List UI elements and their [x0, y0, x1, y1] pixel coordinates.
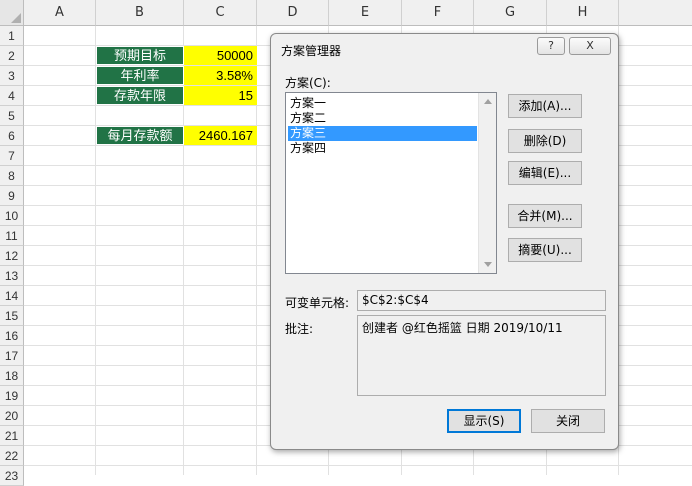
cell-b2[interactable]: 预期目标: [96, 46, 184, 65]
scenarios-label: 方案(C):: [285, 76, 331, 90]
scroll-up-icon[interactable]: [484, 99, 492, 104]
list-item[interactable]: 方案一: [288, 96, 477, 111]
cell-c4[interactable]: 15: [184, 86, 257, 105]
row-header-1[interactable]: 1: [0, 26, 24, 46]
row-header-11[interactable]: 11: [0, 226, 24, 246]
row-header-23[interactable]: 23: [0, 466, 24, 486]
comment-label: 批注:: [285, 322, 314, 336]
close-icon: X: [586, 39, 594, 52]
list-item[interactable]: 方案二: [288, 111, 477, 126]
add-button[interactable]: 添加(A)...: [508, 94, 582, 118]
changing-cells-label: 可变单元格:: [285, 296, 350, 310]
summary-button[interactable]: 摘要(U)...: [508, 238, 582, 262]
gridline: [24, 465, 692, 466]
row-header-20[interactable]: 20: [0, 406, 24, 426]
row-header-22[interactable]: 22: [0, 446, 24, 466]
close-button[interactable]: 关闭: [531, 409, 605, 433]
row-header-17[interactable]: 17: [0, 346, 24, 366]
cell-c6[interactable]: 2460.167: [184, 126, 257, 145]
cell-c3[interactable]: 3.58%: [184, 66, 257, 85]
column-header-f[interactable]: F: [402, 0, 474, 26]
scroll-down-icon[interactable]: [484, 262, 492, 267]
column-header-a[interactable]: A: [24, 0, 96, 26]
cell-b3[interactable]: 年利率: [96, 66, 184, 85]
row-header-12[interactable]: 12: [0, 246, 24, 266]
dialog-title: 方案管理器: [281, 44, 342, 58]
row-header-10[interactable]: 10: [0, 206, 24, 226]
column-header-e[interactable]: E: [329, 0, 402, 26]
row-header-8[interactable]: 8: [0, 166, 24, 186]
comment-field: 创建者 @红色摇篮 日期 2019/10/11: [357, 315, 606, 396]
row-header-16[interactable]: 16: [0, 326, 24, 346]
column-header-i[interactable]: [619, 0, 692, 26]
changing-cells-field: $C$2:$C$4: [357, 290, 606, 311]
column-header-g[interactable]: G: [474, 0, 547, 26]
cell-c2[interactable]: 50000: [184, 46, 257, 65]
list-scrollbar[interactable]: [478, 93, 496, 273]
close-window-button[interactable]: X: [569, 37, 611, 55]
show-button[interactable]: 显示(S): [447, 409, 521, 433]
column-header-h[interactable]: H: [547, 0, 619, 26]
column-header-d[interactable]: D: [257, 0, 329, 26]
row-header-19[interactable]: 19: [0, 386, 24, 406]
column-header-c[interactable]: C: [184, 0, 257, 26]
row-header-15[interactable]: 15: [0, 306, 24, 326]
scenario-list[interactable]: 方案一 方案二 方案三 方案四: [285, 92, 497, 274]
row-header-2[interactable]: 2: [0, 46, 24, 66]
column-header-b[interactable]: B: [96, 0, 184, 26]
help-icon: ?: [548, 39, 554, 52]
row-header-9[interactable]: 9: [0, 186, 24, 206]
list-item[interactable]: 方案四: [288, 141, 477, 156]
row-header-18[interactable]: 18: [0, 366, 24, 386]
delete-button[interactable]: 删除(D): [508, 129, 582, 153]
row-header-13[interactable]: 13: [0, 266, 24, 286]
edit-button[interactable]: 编辑(E)...: [508, 161, 582, 185]
help-button[interactable]: ?: [537, 37, 565, 55]
scenario-manager-dialog: 方案管理器 ? X 方案(C): 方案一 方案二 方案三 方案四 添加(A)..…: [270, 33, 619, 450]
row-header-3[interactable]: 3: [0, 66, 24, 86]
row-header-4[interactable]: 4: [0, 86, 24, 106]
merge-button[interactable]: 合并(M)...: [508, 204, 582, 228]
row-header-14[interactable]: 14: [0, 286, 24, 306]
select-all-corner[interactable]: [0, 0, 24, 26]
row-header-5[interactable]: 5: [0, 106, 24, 126]
cell-b4[interactable]: 存款年限: [96, 86, 184, 105]
row-header-6[interactable]: 6: [0, 126, 24, 146]
row-header-21[interactable]: 21: [0, 426, 24, 446]
cell-b6[interactable]: 每月存款额: [96, 126, 184, 145]
list-item-selected[interactable]: 方案三: [288, 126, 477, 141]
row-header-7[interactable]: 7: [0, 146, 24, 166]
